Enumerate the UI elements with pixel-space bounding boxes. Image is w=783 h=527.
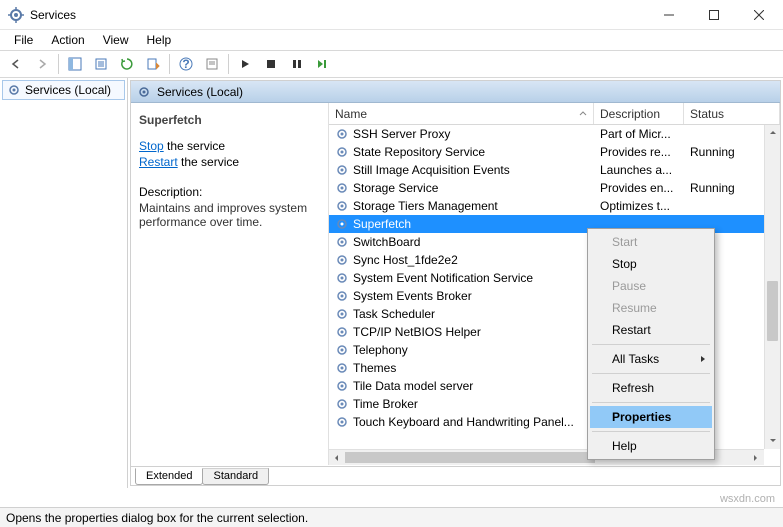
toolbar: ? <box>0 50 783 78</box>
export-button[interactable] <box>89 52 113 76</box>
ctx-start: Start <box>590 231 712 253</box>
menu-help[interactable]: Help <box>139 31 180 49</box>
service-row[interactable]: SSH Server ProxyPart of Micr... <box>329 125 780 143</box>
maximize-button[interactable] <box>691 0 736 29</box>
ctx-pause: Pause <box>590 275 712 297</box>
ctx-resume: Resume <box>590 297 712 319</box>
detail-pane: Superfetch Stop the service Restart the … <box>131 103 329 465</box>
ctx-stop[interactable]: Stop <box>590 253 712 275</box>
stop-text: the service <box>164 139 225 153</box>
forward-button[interactable] <box>30 52 54 76</box>
column-header: Name Description Status <box>329 103 780 125</box>
nav-label: Services (Local) <box>25 83 111 97</box>
window-title: Services <box>30 8 646 22</box>
scroll-down-icon[interactable] <box>765 433 780 449</box>
menubar: File Action View Help <box>0 30 783 50</box>
start-service-button[interactable] <box>233 52 257 76</box>
watermark: wsxdn.com <box>720 493 775 505</box>
service-row[interactable]: Storage ServiceProvides en...Running <box>329 179 780 197</box>
service-row[interactable]: Still Image Acquisition EventsLaunches a… <box>329 161 780 179</box>
help-button[interactable]: ? <box>174 52 198 76</box>
minimize-button[interactable] <box>646 0 691 29</box>
pane-header: Services (Local) <box>131 81 780 103</box>
tab-standard[interactable]: Standard <box>202 468 269 485</box>
scroll-thumb[interactable] <box>767 281 778 341</box>
left-nav: Services (Local) <box>0 78 128 488</box>
tab-extended[interactable]: Extended <box>135 468 203 485</box>
app-icon <box>8 7 24 23</box>
ctx-properties[interactable]: Properties <box>590 406 712 428</box>
service-row[interactable]: State Repository ServiceProvides re...Ru… <box>329 143 780 161</box>
vertical-scrollbar[interactable] <box>764 125 780 449</box>
scroll-right-icon[interactable] <box>748 450 764 465</box>
description-text: Maintains and improves system performanc… <box>139 201 320 229</box>
restart-link[interactable]: Restart <box>139 155 178 169</box>
restart-text: the service <box>178 155 239 169</box>
stop-service-button[interactable] <box>259 52 283 76</box>
scroll-up-icon[interactable] <box>765 125 780 141</box>
view-tabs: Extended Standard <box>131 465 780 485</box>
chevron-right-icon <box>700 352 706 366</box>
refresh-button[interactable] <box>115 52 139 76</box>
col-description[interactable]: Description <box>594 103 684 124</box>
back-button[interactable] <box>4 52 28 76</box>
menu-action[interactable]: Action <box>43 31 92 49</box>
status-text: Opens the properties dialog box for the … <box>6 511 308 525</box>
nav-services-local[interactable]: Services (Local) <box>2 80 125 100</box>
ctx-all-tasks[interactable]: All Tasks <box>590 348 712 370</box>
pane-title: Services (Local) <box>157 85 243 99</box>
menu-view[interactable]: View <box>95 31 137 49</box>
detail-service-name: Superfetch <box>139 113 320 127</box>
titlebar: Services <box>0 0 783 30</box>
properties-button[interactable] <box>200 52 224 76</box>
restart-service-button[interactable] <box>311 52 335 76</box>
close-button[interactable] <box>736 0 781 29</box>
col-name[interactable]: Name <box>329 103 594 124</box>
stop-link[interactable]: Stop <box>139 139 164 153</box>
ctx-restart[interactable]: Restart <box>590 319 712 341</box>
ctx-help[interactable]: Help <box>590 435 712 457</box>
show-hide-tree-button[interactable] <box>63 52 87 76</box>
col-status[interactable]: Status <box>684 103 780 124</box>
export-list-button[interactable] <box>141 52 165 76</box>
hscroll-thumb[interactable] <box>345 452 595 463</box>
statusbar: Opens the properties dialog box for the … <box>0 507 783 527</box>
ctx-refresh[interactable]: Refresh <box>590 377 712 399</box>
pause-service-button[interactable] <box>285 52 309 76</box>
service-row[interactable]: Storage Tiers ManagementOptimizes t... <box>329 197 780 215</box>
scroll-left-icon[interactable] <box>329 450 345 465</box>
menu-file[interactable]: File <box>6 31 41 49</box>
svg-text:?: ? <box>182 57 189 71</box>
context-menu: Start Stop Pause Resume Restart All Task… <box>587 228 715 460</box>
description-label: Description: <box>139 185 320 199</box>
